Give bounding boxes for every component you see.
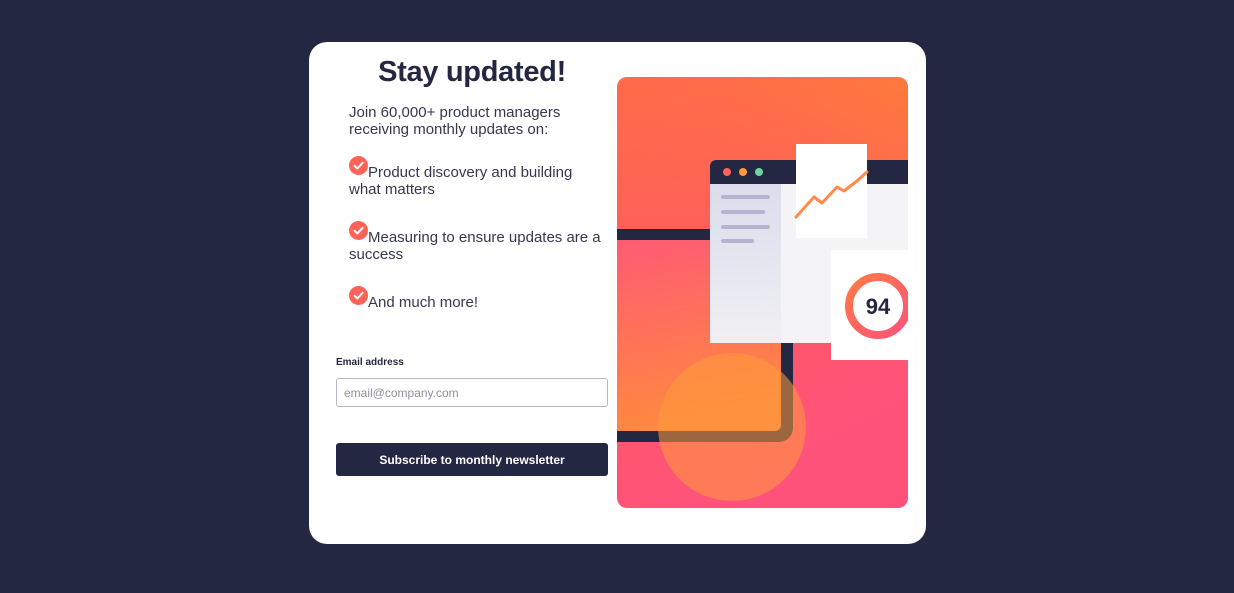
list-item: Measuring to ensure updates are a succes… [349, 221, 605, 263]
email-label: Email address [336, 357, 404, 368]
subscribe-button[interactable]: Subscribe to monthly newsletter [336, 443, 608, 476]
signup-card: Stay updated! Join 60,000+ product manag… [309, 42, 926, 544]
feature-list: Product discovery and building what matt… [349, 156, 605, 338]
feature-text: And much more! [368, 294, 479, 311]
check-icon [349, 156, 368, 175]
email-field[interactable] [336, 378, 608, 407]
list-item: And much more! [349, 286, 605, 311]
page-title: Stay updated! [378, 56, 566, 88]
feature-text: Product discovery and building what matt… [349, 164, 573, 198]
check-icon [349, 286, 368, 305]
feature-text: Measuring to ensure updates are a succes… [349, 229, 601, 263]
list-item: Product discovery and building what matt… [349, 156, 605, 198]
check-icon [349, 221, 368, 240]
hero-illustration: 94 [617, 77, 908, 508]
score-value: 94 [866, 294, 891, 319]
intro-text: Join 60,000+ product managers receiving … [349, 104, 561, 138]
